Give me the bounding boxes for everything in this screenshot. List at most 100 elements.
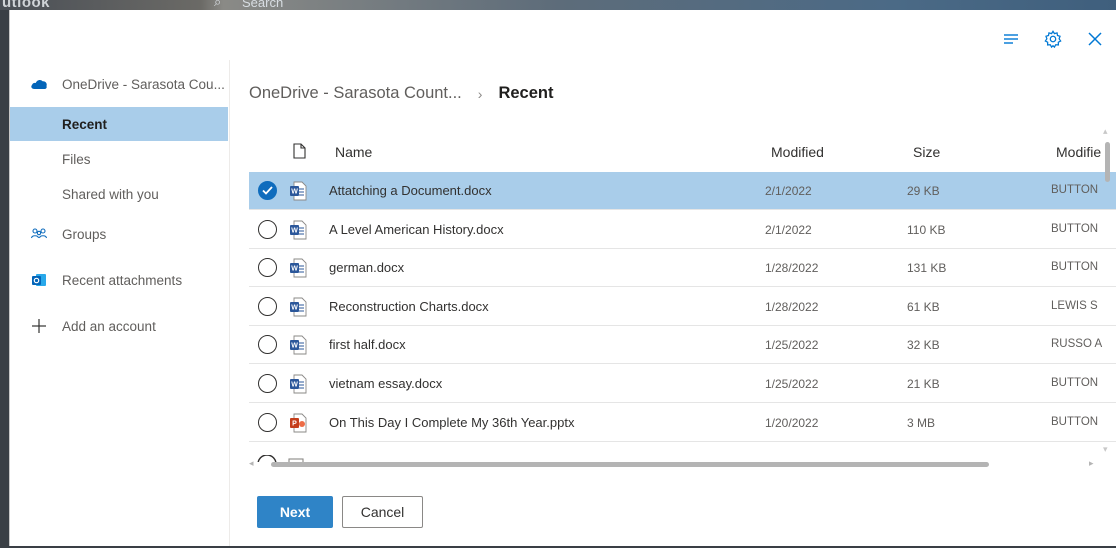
file-list: W Attatching a Document.docx 2/1/2022 29 KB… (249, 172, 1116, 452)
close-icon[interactable] (1084, 28, 1106, 50)
table-row[interactable]: P On This Day I Complete My 36th Year.ppt… (249, 404, 1116, 442)
file-name: Attatching a Document.docx (329, 183, 492, 198)
file-size: 110 KB (907, 222, 946, 237)
file-name: On This Day I Complete My 36th Year.pptx (329, 414, 575, 430)
word-file-icon: W (289, 297, 307, 317)
nav-groups-label: Groups (62, 226, 107, 242)
table-header: Name Modified Size Modifie (249, 136, 1116, 168)
row-select-radio[interactable] (258, 412, 277, 432)
svg-text:W: W (291, 304, 298, 311)
file-modified: 1/28/2022 (765, 299, 819, 314)
word-file-icon: W (289, 335, 307, 355)
file-modified-by: BUTTON (1051, 415, 1099, 428)
table-row[interactable]: Wvietnam essay.docx 1/25/2022 21 KB BUTTON (249, 365, 1116, 403)
column-size[interactable]: Size (913, 144, 940, 160)
search-input[interactable]: Search (242, 0, 283, 10)
powerpoint-file-icon: P (289, 413, 307, 433)
row-select-radio[interactable] (258, 181, 277, 200)
file-size: 29 KB (907, 184, 940, 198)
column-modified[interactable]: Modified (771, 144, 824, 160)
breadcrumb-current: Recent (498, 84, 554, 102)
horizontal-scrollbar[interactable]: ◂ ▸ (249, 458, 1097, 470)
file-modified: 2/1/2022 (765, 184, 812, 198)
breadcrumb-root[interactable]: OneDrive - Sarasota Count... (249, 84, 462, 103)
outlook-top-bar: utlook ⌕ Search (0, 0, 1116, 10)
table-row[interactable]: Wgerman.docx 1/28/2022 131 KB BUTTON (249, 249, 1116, 288)
nav-recent[interactable]: Recent (10, 107, 228, 141)
file-modified: 1/28/2022 (765, 261, 819, 276)
file-size: 3 MB (907, 415, 936, 430)
file-name: Reconstruction Charts.docx (329, 298, 489, 314)
file-size: 21 KB (907, 377, 940, 391)
column-name[interactable]: Name (335, 144, 372, 160)
nav-onedrive-label: OneDrive - Sarasota Cou... (62, 76, 225, 92)
file-name: vietnam essay.docx (329, 376, 443, 391)
plus-icon (30, 317, 48, 335)
file-modified-by: BUTTON (1051, 261, 1099, 274)
row-select-radio[interactable] (258, 374, 277, 393)
svg-text:W: W (291, 382, 298, 389)
scroll-down-icon[interactable]: ▾ (1103, 444, 1108, 455)
nav-files-label: Files (62, 151, 91, 167)
nav-add-account[interactable]: Add an account (10, 309, 228, 343)
column-modified-by[interactable]: Modifie (1056, 144, 1101, 160)
nav-groups[interactable]: Groups (10, 217, 228, 251)
next-button[interactable]: Next (257, 496, 333, 528)
table-row[interactable]: W A Level American History.docx 2/1/2022 11… (249, 211, 1116, 249)
file-type-icon[interactable] (293, 143, 306, 162)
file-size: 131 KB (907, 261, 947, 276)
file-modified-by: BUTTON (1051, 184, 1099, 196)
scroll-left-icon[interactable]: ◂ (249, 458, 254, 469)
file-modified: 1/25/2022 (765, 338, 819, 353)
row-select-radio[interactable] (258, 296, 277, 316)
nav-recent-attachments[interactable]: Recent attachments (10, 263, 228, 297)
groups-icon (30, 225, 48, 243)
file-modified-by: BUTTON (1051, 377, 1099, 389)
breadcrumb-separator: › (477, 85, 483, 102)
table-row[interactable]: Wfirst half.docx 1/25/2022 32 KB RUSSO A (249, 326, 1116, 365)
gear-icon[interactable] (1042, 28, 1064, 50)
nav-recent-label: Recent (62, 116, 108, 132)
left-navigation: OneDrive - Sarasota Cou... Recent Files … (10, 60, 230, 546)
word-file-icon: W (289, 374, 307, 394)
outlook-icon (30, 271, 48, 289)
svg-text:W: W (291, 189, 298, 196)
dialog-toolbar (1000, 28, 1106, 50)
row-select-radio[interactable] (258, 335, 277, 355)
scroll-right-icon[interactable]: ▸ (1089, 458, 1094, 469)
row-select-radio[interactable] (258, 258, 277, 278)
vertical-scroll-thumb[interactable] (1105, 142, 1110, 182)
table-row[interactable]: W Reconstruction Charts.docx 1/28/2022 61 K… (249, 288, 1116, 326)
nav-attachments-label: Recent attachments (62, 272, 183, 288)
nav-onedrive-account[interactable]: OneDrive - Sarasota Cou... (10, 67, 228, 101)
cancel-button[interactable]: Cancel (342, 496, 423, 528)
word-file-icon: W (289, 181, 307, 201)
row-select-radio[interactable] (258, 219, 277, 239)
word-file-icon: W (289, 258, 307, 278)
horizontal-scroll-thumb[interactable] (271, 462, 989, 467)
file-modified-by: BUTTON (1051, 222, 1099, 235)
nav-add-account-label: Add an account (62, 318, 156, 334)
scroll-up-icon[interactable]: ▴ (1103, 126, 1108, 137)
file-modified-by: LEWIS S (1051, 299, 1098, 312)
main-content: OneDrive - Sarasota Count... › Recent Na… (231, 60, 1116, 546)
file-size: 32 KB (907, 338, 940, 353)
svg-text:W: W (291, 227, 298, 234)
list-icon[interactable] (1000, 28, 1022, 50)
table-row[interactable]: W Attatching a Document.docx 2/1/2022 29 KB… (249, 172, 1116, 210)
app-brand: utlook (2, 0, 50, 10)
vertical-scrollbar[interactable]: ▴ ▾ (1102, 126, 1112, 456)
svg-text:P: P (292, 420, 297, 427)
nav-files[interactable]: Files (10, 142, 228, 176)
search-icon[interactable]: ⌕ (214, 0, 221, 10)
file-modified: 1/25/2022 (765, 377, 819, 391)
file-size: 61 KB (907, 299, 940, 314)
nav-shared-with-you[interactable]: Shared with you (10, 177, 228, 211)
file-picker-dialog: OneDrive - Sarasota Cou... Recent Files … (9, 10, 1116, 546)
breadcrumb: OneDrive - Sarasota Count... › Recent (249, 84, 553, 103)
word-file-icon: W (289, 220, 307, 240)
onedrive-cloud-icon (30, 75, 48, 93)
file-modified: 2/1/2022 (765, 222, 812, 237)
svg-text:W: W (291, 343, 298, 350)
file-name: A Level American History.docx (329, 221, 504, 237)
